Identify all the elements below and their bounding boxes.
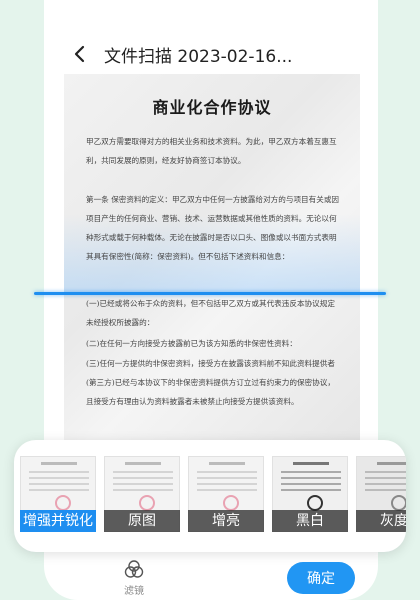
confirm-button[interactable]: 确定 — [287, 562, 355, 594]
filter-option-original[interactable]: 原图 — [104, 456, 180, 532]
header: 文件扫描 2023-02-16... — [44, 34, 378, 74]
chevron-left-icon — [74, 45, 85, 63]
document-paragraph: 第一条 保密资料的定义：甲乙双方中任何一方披露给对方的与项目有关或因项目产生的任… — [86, 195, 340, 261]
filter-option-enhance-sharpen[interactable]: 增强并锐化 — [20, 456, 96, 532]
document-paragraph: (三)任何一方提供的非保密资料，接受方在披露该资料前不知此资料提供者(第三方)已… — [86, 359, 335, 406]
filter-option-grayscale[interactable]: 灰度 — [356, 456, 406, 532]
filter-label: 黑白 — [272, 510, 348, 532]
filter-option-brighten[interactable]: 增亮 — [188, 456, 264, 532]
document-title: 商业化合作协议 — [152, 98, 272, 117]
document-paragraph: (一)已经或将公布于众的资料，但不包括甲乙双方或其代表违反本协议规定未经授权所披… — [86, 299, 335, 327]
filter-label: 原图 — [104, 510, 180, 532]
filter-label: 灰度 — [356, 510, 406, 532]
document-preview: 商业化合作协议 甲乙双方需要取得对方的相关业务和技术资料。为此，甲乙双方本着互惠… — [64, 74, 360, 442]
filter-icon — [124, 560, 144, 578]
scan-line — [34, 292, 386, 295]
page-title: 文件扫描 2023-02-16... — [104, 46, 293, 67]
filter-option-black-white[interactable]: 黑白 — [272, 456, 348, 532]
filter-strip: 增强并锐化 原图 增亮 黑白 灰度 — [14, 440, 406, 552]
document-paragraph: 甲乙双方需要取得对方的相关业务和技术资料。为此，甲乙双方本着互惠互利，共同发展的… — [86, 137, 337, 165]
document-paragraph: (二)在任何一方向接受方披露前已为该方知悉的非保密性资料： — [86, 339, 297, 348]
filter-button[interactable] — [124, 560, 144, 578]
filter-label: 滤镜 — [124, 586, 144, 597]
back-button[interactable] — [64, 45, 94, 63]
filter-label: 增亮 — [188, 510, 264, 532]
filter-label: 增强并锐化 — [20, 510, 96, 532]
